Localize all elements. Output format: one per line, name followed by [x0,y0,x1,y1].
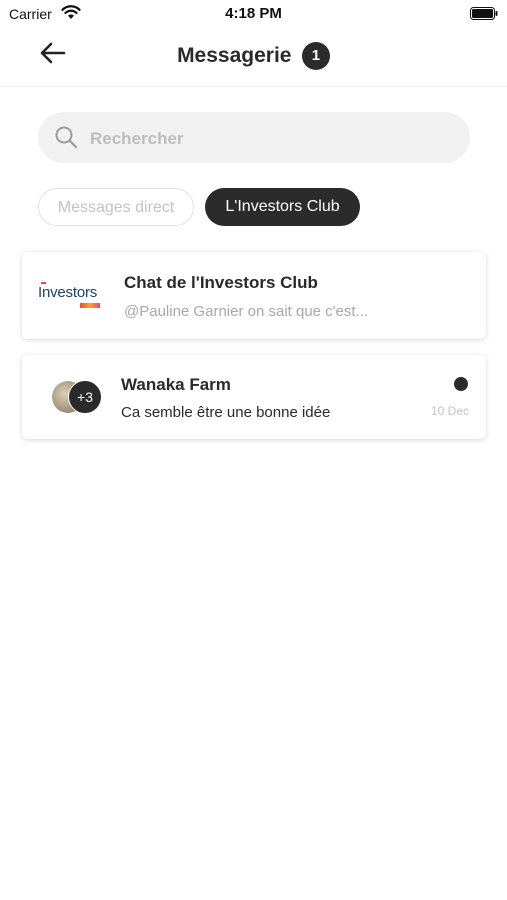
search-icon [54,125,78,154]
conversation-name: Chat de l'Investors Club [124,273,318,292]
search-input[interactable] [88,112,462,165]
status-bar: Carrier 4:18 PM [0,0,507,28]
search-bar[interactable] [38,112,470,165]
conversation-item[interactable]: Investors Chat de l'Investors Club @Paul… [22,252,486,339]
conversation-preview: @Pauline Garnier on sait que c'est... [124,303,369,320]
unread-count-badge: 1 [301,42,330,70]
conversation-preview: Ca semble être une bonne idée [121,404,331,421]
tab-messages-direct[interactable]: Messages direct [38,188,194,226]
conversation-date: 10 Dec [430,404,469,418]
unread-indicator [454,377,468,391]
more-members-badge: +3 [68,380,102,414]
conversation-item[interactable]: +3 Wanaka Farm Ca semble être une bonne … [22,355,486,439]
page-title: Messagerie [177,44,292,67]
investors-club-logo: Investors [38,282,102,310]
conversation-name: Wanaka Farm [121,375,231,394]
header: Messagerie 1 [0,28,507,87]
logo-accent [41,282,46,284]
tab-investors-club[interactable]: L'Investors Club [205,188,360,226]
logo-text: Investors [38,284,98,301]
battery-icon [470,7,498,25]
avatar-group: +3 [52,380,104,415]
status-time: 4:18 PM [225,5,282,22]
page-title-group: Messagerie 1 [0,42,507,70]
logo-color-bar [80,303,100,308]
